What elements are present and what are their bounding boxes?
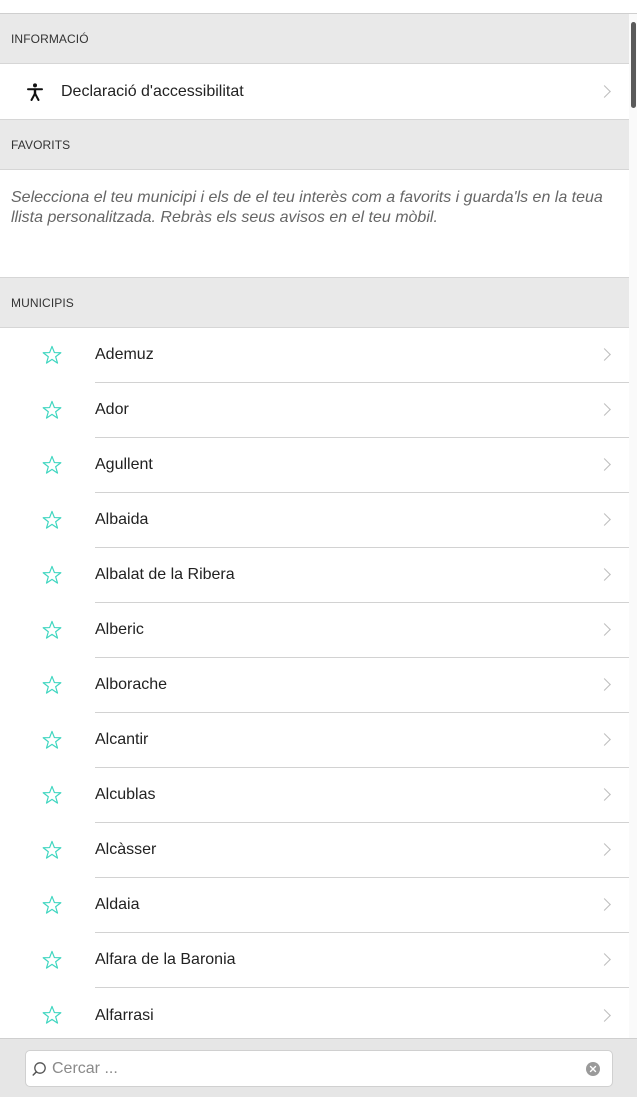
star-outline-icon[interactable] (41, 784, 63, 806)
clear-icon[interactable] (586, 1061, 600, 1076)
municipality-row[interactable]: Agullent (0, 438, 629, 493)
chevron-right-icon (598, 623, 611, 636)
chevron-right-icon (598, 403, 611, 416)
scrollbar[interactable] (629, 14, 637, 1038)
accessibility-person-icon (24, 81, 46, 103)
section-header-municipalities-label: MUNICIPIS (11, 295, 74, 310)
section-header-favorites: FAVORITS (0, 120, 629, 170)
chevron-right-icon (598, 1008, 611, 1022)
municipality-name: Aldaia (95, 896, 140, 913)
search-input[interactable] (52, 1053, 586, 1084)
municipality-list: Ademuz Ador Agullent Albaida Albalat de … (0, 328, 629, 1038)
star-outline-icon[interactable] (41, 674, 63, 696)
chevron-right-icon (598, 788, 611, 801)
accessibility-declaration-label: Declaració d'accessibilitat (61, 82, 244, 100)
municipality-row[interactable]: Albaida (0, 493, 629, 548)
municipality-name: Albaida (95, 511, 149, 528)
top-bar (0, 0, 637, 14)
star-outline-icon[interactable] (41, 729, 63, 751)
section-header-info-label: INFORMACIÓ (11, 31, 89, 46)
search-footer (0, 1038, 637, 1097)
chevron-right-icon (598, 458, 611, 471)
municipality-row[interactable]: Alcublas (0, 768, 629, 823)
municipality-name: Alcublas (95, 786, 156, 803)
municipality-name: Ador (95, 401, 129, 418)
search-box[interactable] (25, 1050, 613, 1087)
municipality-name: Alcantir (95, 731, 149, 748)
star-outline-icon[interactable] (41, 619, 63, 641)
chevron-right-icon (598, 568, 611, 581)
chevron-right-icon (598, 953, 611, 966)
accessibility-declaration-row[interactable]: Declaració d'accessibilitat (0, 64, 629, 120)
municipality-row[interactable]: Ador (0, 383, 629, 438)
scrollbar-thumb[interactable] (631, 22, 636, 108)
star-outline-icon[interactable] (41, 344, 63, 366)
municipality-name: Alfara de la Baronia (95, 951, 236, 968)
section-header-municipalities: MUNICIPIS (0, 278, 629, 328)
municipality-name: Ademuz (95, 346, 154, 363)
star-outline-icon[interactable] (41, 509, 63, 531)
chevron-right-icon (598, 348, 611, 361)
section-header-info: INFORMACIÓ (0, 14, 629, 64)
star-outline-icon[interactable] (41, 949, 63, 971)
municipality-name: Albalat de la Ribera (95, 566, 235, 583)
search-icon (32, 1060, 50, 1078)
municipality-name: Alcàsser (95, 841, 157, 858)
star-outline-icon[interactable] (41, 399, 63, 421)
municipality-row[interactable]: Alfarrasi (0, 988, 629, 1038)
chevron-right-icon (598, 843, 611, 856)
municipality-row[interactable]: Ademuz (0, 328, 629, 383)
municipality-row[interactable]: Alborache (0, 658, 629, 713)
municipality-name: Alberic (95, 621, 144, 638)
star-outline-icon[interactable] (41, 564, 63, 586)
chevron-right-icon (598, 678, 611, 691)
municipality-row[interactable]: Aldaia (0, 878, 629, 933)
chevron-right-icon (598, 513, 611, 526)
star-outline-icon[interactable] (41, 1004, 63, 1026)
star-outline-icon[interactable] (41, 894, 63, 916)
municipality-name: Alborache (95, 676, 168, 693)
municipality-name: Agullent (95, 456, 153, 473)
star-outline-icon[interactable] (41, 454, 63, 476)
favorites-description: Selecciona el teu municipi i els de el t… (0, 170, 629, 278)
municipality-row[interactable]: Albalat de la Ribera (0, 548, 629, 603)
municipality-name: Alfarrasi (95, 1006, 154, 1024)
chevron-right-icon (598, 84, 611, 98)
chevron-right-icon (598, 733, 611, 746)
municipality-row[interactable]: Alberic (0, 603, 629, 658)
chevron-right-icon (598, 898, 611, 911)
content-scroll-area[interactable]: INFORMACIÓ Declaració d'accessibilitat F… (0, 14, 629, 1038)
municipality-row[interactable]: Alfara de la Baronia (0, 933, 629, 988)
section-header-favorites-label: FAVORITS (11, 137, 71, 152)
municipality-row[interactable]: Alcàsser (0, 823, 629, 878)
municipality-row[interactable]: Alcantir (0, 713, 629, 768)
star-outline-icon[interactable] (41, 839, 63, 861)
